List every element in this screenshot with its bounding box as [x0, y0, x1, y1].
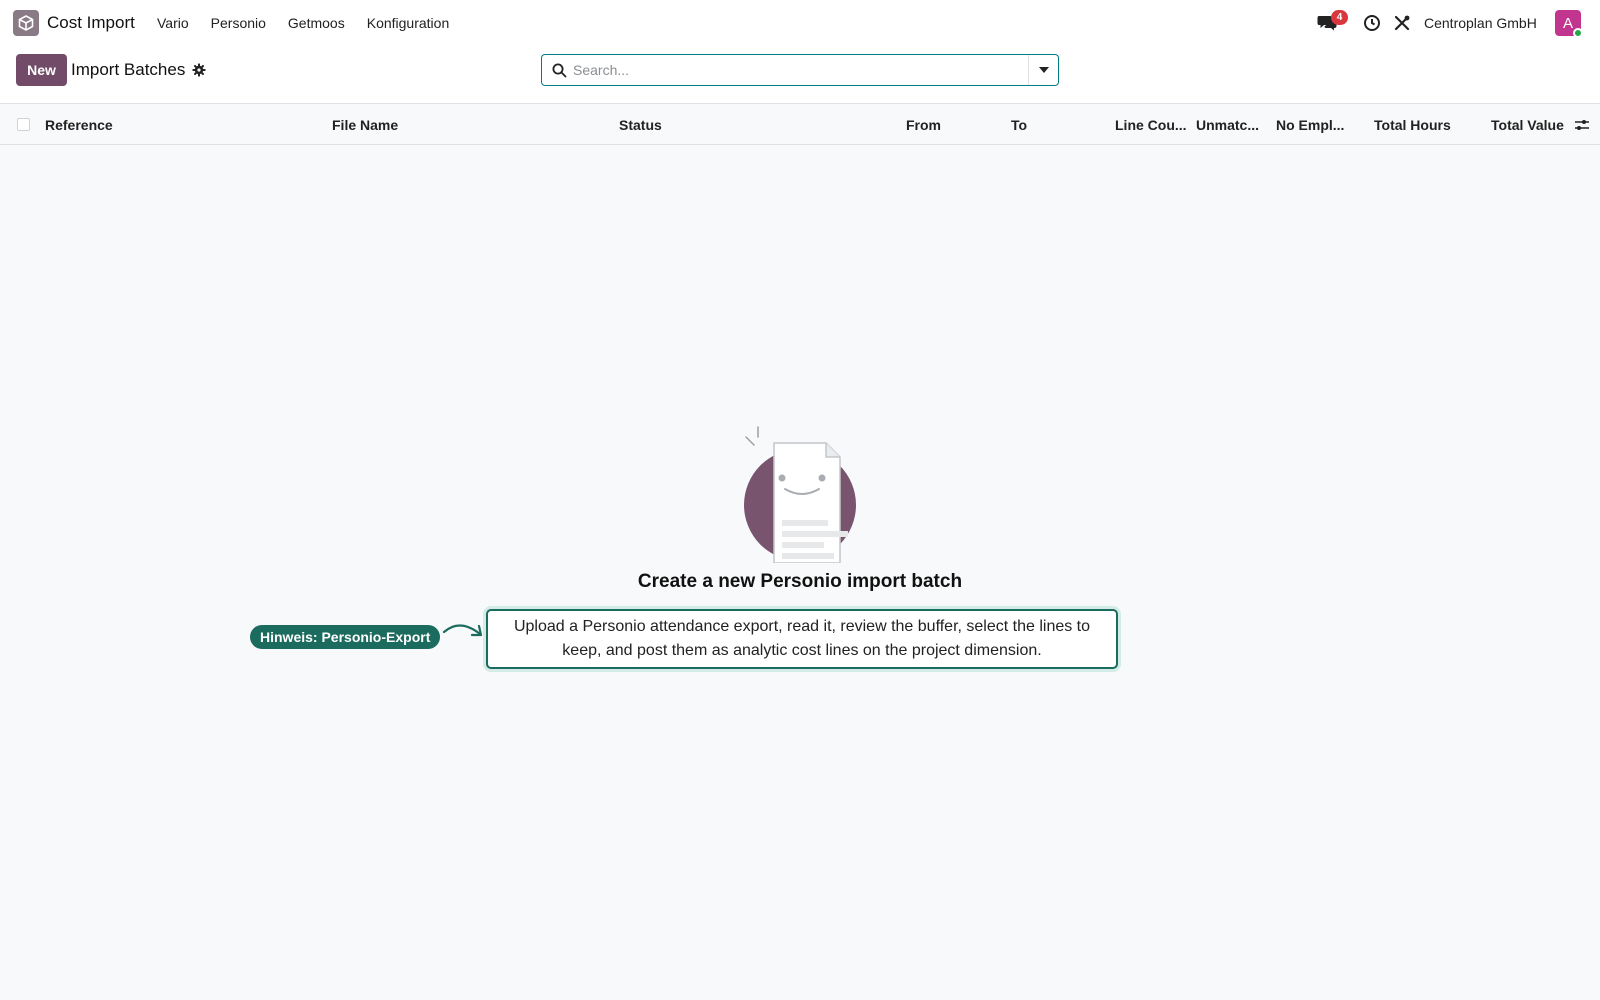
- online-status-dot: [1573, 28, 1583, 38]
- column-header-status[interactable]: Status: [619, 117, 662, 133]
- optional-columns-icon[interactable]: [1574, 118, 1590, 132]
- cube-app-icon[interactable]: [13, 10, 39, 36]
- column-header-no-employee[interactable]: No Empl...: [1276, 117, 1344, 133]
- list-header: Reference File Name Status From To Line …: [0, 104, 1600, 145]
- search-options-toggle[interactable]: [1028, 55, 1058, 85]
- column-header-total-hours[interactable]: Total Hours: [1374, 117, 1451, 133]
- hint-badge: Hinweis: Personio-Export: [250, 625, 441, 649]
- select-all-checkbox[interactable]: [17, 118, 30, 131]
- empty-document-illustration: [740, 425, 860, 564]
- company-switcher[interactable]: Centroplan GmbH: [1424, 15, 1537, 31]
- column-header-line-count[interactable]: Line Cou...: [1115, 117, 1187, 133]
- menu-item-konfiguration[interactable]: Konfiguration: [367, 15, 450, 31]
- menu-item-getmoos[interactable]: Getmoos: [288, 15, 345, 31]
- clock-icon[interactable]: [1363, 14, 1381, 32]
- curved-arrow-icon: [442, 620, 488, 642]
- top-menu: Vario Personio Getmoos Konfiguration: [157, 15, 471, 31]
- column-header-from[interactable]: From: [906, 117, 941, 133]
- search-input[interactable]: [573, 59, 1013, 81]
- column-header-to[interactable]: To: [1011, 117, 1027, 133]
- empty-state-help-text: Upload a Personio attendance export, rea…: [486, 609, 1118, 669]
- tools-icon[interactable]: [1393, 14, 1411, 32]
- control-panel: New Import Batches: [0, 46, 1600, 104]
- column-header-file-name[interactable]: File Name: [332, 117, 398, 133]
- column-header-reference[interactable]: Reference: [45, 117, 113, 133]
- search-bar: [541, 54, 1059, 86]
- messages-count-badge: 4: [1331, 10, 1348, 25]
- empty-state-title: Create a new Personio import batch: [637, 571, 963, 592]
- column-header-total-value[interactable]: Total Value: [1491, 117, 1564, 133]
- page-title: Import Batches: [71, 60, 186, 79]
- new-button[interactable]: New: [16, 54, 67, 86]
- app-title[interactable]: Cost Import: [47, 13, 135, 33]
- menu-item-vario[interactable]: Vario: [157, 15, 189, 31]
- menu-item-personio[interactable]: Personio: [211, 15, 266, 31]
- main-navbar: Cost Import Vario Personio Getmoos Konfi…: [0, 0, 1600, 46]
- gear-icon[interactable]: [192, 63, 206, 77]
- column-header-unmatched[interactable]: Unmatc...: [1196, 117, 1259, 133]
- search-icon: [552, 63, 567, 78]
- chevron-down-icon: [1038, 67, 1049, 73]
